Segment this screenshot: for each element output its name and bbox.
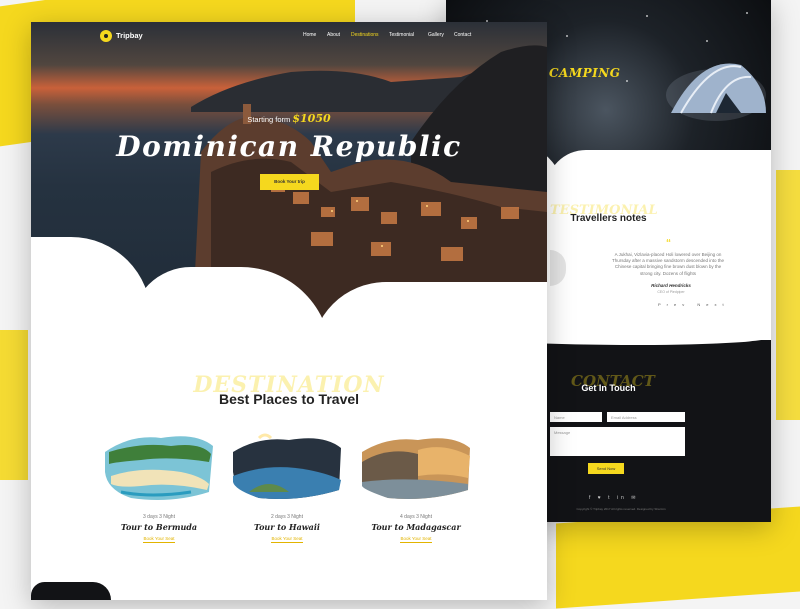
book-trip-button[interactable]: Book Your trip xyxy=(260,174,319,190)
top-navigation: Tripbay Home About Destinations Testimon… xyxy=(31,22,547,50)
nav-testimonial[interactable]: Testimonial xyxy=(389,32,414,38)
left-page-mockup: Tripbay Home About Destinations Testimon… xyxy=(31,22,547,600)
copyright-text: Copyright © Tripbay 2017 All rights rese… xyxy=(576,507,666,511)
camping-title: CAMPING xyxy=(549,66,621,80)
testimonial-quote: A Jukhai, Vizlavia-placed Holi lowered o… xyxy=(611,252,725,276)
brand-name[interactable]: Tripbay xyxy=(116,31,143,40)
brush-stroke-left xyxy=(0,330,28,480)
name-field[interactable]: Name xyxy=(550,412,602,422)
social-links: f ♥ t in ✉ xyxy=(589,495,638,501)
logo-icon[interactable] xyxy=(100,30,112,42)
card-duration: 4 days 3 Night xyxy=(400,514,432,520)
linkedin-icon[interactable]: in xyxy=(617,495,627,501)
section-title: Best Places to Travel xyxy=(218,391,360,407)
testimonial-author: Richard Hendricks xyxy=(651,283,691,288)
card-duration: 3 days 3 Night xyxy=(143,514,175,520)
hawaii-image xyxy=(233,433,341,499)
mail-icon[interactable]: ✉ xyxy=(631,495,638,501)
nav-gallery[interactable]: Gallery xyxy=(428,32,444,38)
madagascar-image xyxy=(362,438,470,499)
brush-edge xyxy=(311,282,547,357)
book-seat-link[interactable]: Book Your Seat xyxy=(101,536,217,543)
quote-icon: “ xyxy=(666,238,671,249)
brush-edge xyxy=(546,150,771,195)
card-title: Tour to Hawaii xyxy=(254,522,320,532)
nav-home[interactable]: Home xyxy=(303,32,316,38)
nav-about[interactable]: About xyxy=(327,32,340,38)
card-duration: 2 days 3 Night xyxy=(271,514,303,520)
testimonial-nav: Prev Next xyxy=(658,302,730,307)
starting-price: Starting form $1050 xyxy=(31,112,547,125)
price-value: $1050 xyxy=(292,112,331,125)
facebook-icon[interactable]: f xyxy=(589,495,593,501)
card-title: Tour to Bermuda xyxy=(120,522,198,532)
avatar xyxy=(550,250,566,286)
book-seat-link[interactable]: Book Your Seat xyxy=(358,536,474,543)
email-field[interactable]: Email Address xyxy=(607,412,685,422)
prev-button[interactable]: Prev xyxy=(658,302,690,307)
book-seat-link[interactable]: Book Your Seat xyxy=(229,536,345,543)
bermuda-image xyxy=(105,436,213,500)
heart-icon[interactable]: ♥ xyxy=(598,495,604,501)
brush-stroke-right xyxy=(776,170,800,420)
twitter-icon[interactable]: t xyxy=(608,495,612,501)
card-title: Tour to Madagascar xyxy=(371,522,461,532)
testimonial-role: CEO of Piedpiper xyxy=(657,290,685,294)
nav-destinations[interactable]: Destinations xyxy=(351,32,379,38)
tent-image xyxy=(666,63,766,121)
hero-title: Dominican Republic xyxy=(116,130,462,163)
starting-label: Starting form xyxy=(247,115,291,124)
send-button[interactable]: Send Now xyxy=(588,463,624,474)
message-field[interactable]: Message xyxy=(550,427,685,456)
next-button[interactable]: Next xyxy=(697,302,729,307)
nav-contact[interactable]: Contact xyxy=(454,32,471,38)
brush-stroke-top xyxy=(90,0,355,22)
brush-edge xyxy=(31,582,111,600)
